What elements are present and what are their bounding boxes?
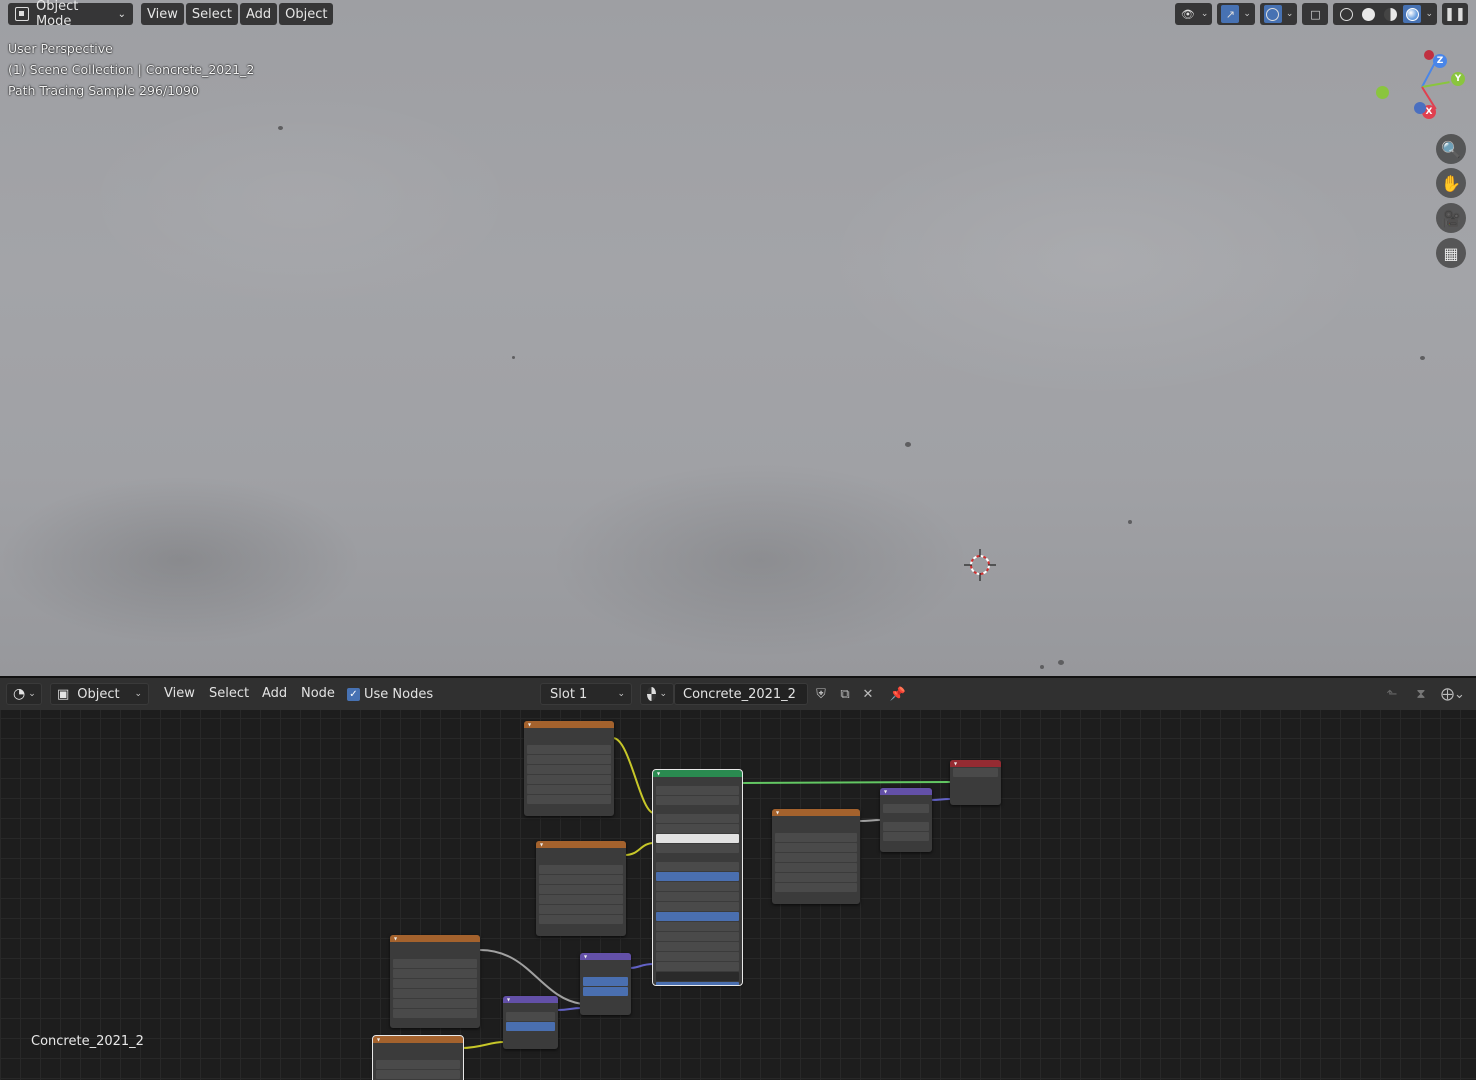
- eye-icon: 👁: [1180, 7, 1195, 21]
- material-output-node[interactable]: ▼: [950, 760, 1001, 805]
- material-preview-icon[interactable]: [1381, 5, 1399, 23]
- gizmo-neg-x[interactable]: [1424, 50, 1434, 60]
- texture-speck: [1040, 665, 1044, 669]
- sidebar-toggle[interactable]: ❚❚: [1442, 3, 1468, 25]
- menu-view[interactable]: View: [141, 3, 184, 25]
- zoom-icon[interactable]: 🔍: [1436, 134, 1466, 164]
- viewport-menu-bar: View Select Add Object: [141, 3, 334, 25]
- viewport-info: User Perspective (1) Scene Collection | …: [8, 38, 254, 101]
- node-header: ▼: [653, 770, 742, 777]
- gizmo-icon: ↗: [1221, 5, 1240, 23]
- viewport-right-tools: 👁 ⌄ ↗ ⌄ ⌄ □ ⌄ ❚❚: [1174, 3, 1468, 25]
- image-texture-node-spec[interactable]: ▼: [536, 841, 626, 936]
- xray-toggle[interactable]: □: [1302, 3, 1329, 25]
- shader-node-editor[interactable]: ◔ ⌄ ▣ Object ⌄ View Select Add Node ✓ Us…: [0, 676, 1476, 1080]
- node-header: ▼: [580, 953, 631, 960]
- render-sample-text: Path Tracing Sample 296/1090: [8, 83, 199, 98]
- node-header: ▼: [536, 841, 626, 848]
- normal-map-node[interactable]: ▼: [503, 996, 558, 1049]
- node-header: ▼: [772, 809, 860, 816]
- material-name-footer: Concrete_2021_2: [31, 1034, 144, 1049]
- object-mode-icon: [15, 7, 29, 21]
- menu-object[interactable]: Object: [279, 3, 334, 25]
- node-header: ▼: [880, 788, 932, 795]
- gizmo-toggle[interactable]: ↗ ⌄: [1217, 3, 1255, 25]
- viewport-header: Object Mode ⌄ View Select Add Object 👁 ⌄ …: [0, 0, 1476, 29]
- image-texture-node-albedo[interactable]: ▼: [524, 721, 614, 816]
- image-texture-node-roughness[interactable]: ▼: [372, 1035, 464, 1080]
- texture-speck: [905, 442, 911, 447]
- 3d-viewport[interactable]: Object Mode ⌄ View Select Add Object 👁 ⌄ …: [0, 0, 1476, 676]
- object-mode-selector[interactable]: Object Mode ⌄: [8, 0, 133, 29]
- 3d-cursor-icon: [964, 549, 996, 581]
- view-perspective-text: User Perspective: [8, 41, 113, 56]
- node-header: ▼: [950, 760, 1001, 767]
- hand-pan-icon[interactable]: ✋: [1436, 168, 1466, 198]
- pause-icon: ❚❚: [1444, 6, 1466, 22]
- gizmo-z-axis[interactable]: Z: [1433, 54, 1447, 68]
- node-header: ▼: [524, 721, 614, 728]
- collection-text: (1) Scene Collection | Concrete_2021_2: [8, 62, 255, 77]
- texture-speck: [1128, 520, 1132, 524]
- camera-icon[interactable]: 🎥: [1436, 203, 1466, 233]
- chevron-down-icon: ⌄: [117, 8, 126, 20]
- chevron-down-icon: ⌄: [1285, 9, 1294, 19]
- menu-select[interactable]: Select: [185, 3, 238, 25]
- node-header: ▼: [390, 935, 480, 942]
- menu-add[interactable]: Add: [239, 3, 278, 25]
- overlay-toggle[interactable]: ⌄: [1259, 3, 1298, 25]
- texture-speck: [512, 356, 515, 359]
- chevron-down-icon: ⌄: [1243, 9, 1251, 19]
- y-axis-line: [1421, 81, 1450, 88]
- texture-speck: [278, 126, 283, 130]
- wireframe-shading-icon[interactable]: [1337, 5, 1355, 23]
- texture-speck: [1420, 356, 1425, 360]
- gizmo-neg-y[interactable]: [1376, 86, 1389, 99]
- texture-speck: [1058, 660, 1064, 665]
- visibility-dropdown[interactable]: 👁 ⌄: [1174, 3, 1213, 25]
- solid-shading-icon[interactable]: [1359, 5, 1377, 23]
- rendered-shading-icon[interactable]: [1403, 5, 1422, 23]
- image-texture-node-height[interactable]: ▼: [772, 809, 860, 904]
- displacement-node[interactable]: ▼: [880, 788, 932, 852]
- grid-perspective-icon[interactable]: ▦: [1436, 238, 1466, 268]
- principled-bsdf-node[interactable]: ▼: [652, 769, 743, 986]
- gizmo-y-axis[interactable]: Y: [1451, 72, 1465, 86]
- xray-icon: □: [1310, 7, 1321, 21]
- shading-mode-group: ⌄: [1333, 3, 1437, 25]
- chevron-down-icon[interactable]: ⌄: [1425, 9, 1433, 19]
- bump-node[interactable]: ▼: [580, 953, 631, 1015]
- image-texture-node-normal[interactable]: ▼: [390, 935, 480, 1028]
- object-mode-label: Object Mode: [35, 0, 79, 29]
- node-header: ▼: [373, 1036, 463, 1043]
- node-header: ▼: [503, 996, 558, 1003]
- overlay-icon: [1263, 5, 1282, 23]
- navigation-gizmo[interactable]: Z Y X: [1376, 50, 1468, 128]
- chevron-down-icon: ⌄: [1200, 9, 1209, 19]
- gizmo-neg-z[interactable]: [1414, 102, 1426, 114]
